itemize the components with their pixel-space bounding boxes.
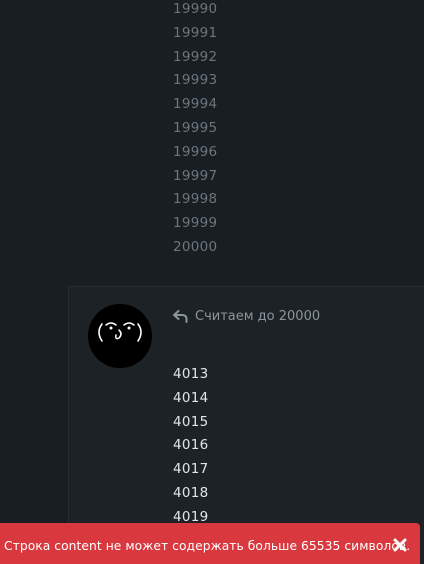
error-message: Строка content не может содержать больше… (4, 538, 411, 553)
post-line: 4013 (173, 366, 209, 382)
quoted-line: 19993 (173, 72, 218, 89)
quoted-line: 19999 (173, 215, 218, 232)
quoted-line: 19995 (173, 119, 218, 136)
reply-arrow-icon (173, 309, 188, 323)
error-toast: Строка content не может содержать больше… (0, 523, 420, 564)
quoted-line: 19992 (173, 48, 218, 65)
post-line: 4015 (173, 413, 209, 430)
close-icon (393, 538, 407, 552)
quoted-line: 19994 (173, 96, 218, 113)
post-line: 4018 (173, 484, 209, 501)
reply-label: Считаем до 20000 (195, 308, 321, 324)
quoted-line: 19998 (173, 191, 218, 208)
toast-close-button[interactable] (392, 537, 408, 553)
quoted-line: 19996 (173, 143, 218, 160)
quoted-line: 19991 (173, 24, 218, 41)
quoted-line: 19997 (173, 167, 218, 184)
user-avatar[interactable] (88, 304, 152, 368)
post-line: 4017 (173, 461, 209, 478)
quoted-post-lines: 19990 19991 19992 19993 19994 19995 1999… (173, 0, 217, 262)
post-line: 4016 (173, 437, 209, 454)
forum-page: 19990 19991 19992 19993 19994 19995 1999… (0, 0, 424, 564)
quoted-line: 20000 (173, 238, 218, 255)
lenny-face-avatar (88, 304, 152, 368)
post-line: 4014 (173, 389, 209, 406)
quoted-line: 19990 (173, 1, 218, 17)
reply-to-post-link[interactable]: Считаем до 20000 (173, 307, 320, 325)
post-body-lines: 4013 4014 4015 4016 4017 4018 4019 (173, 365, 209, 532)
